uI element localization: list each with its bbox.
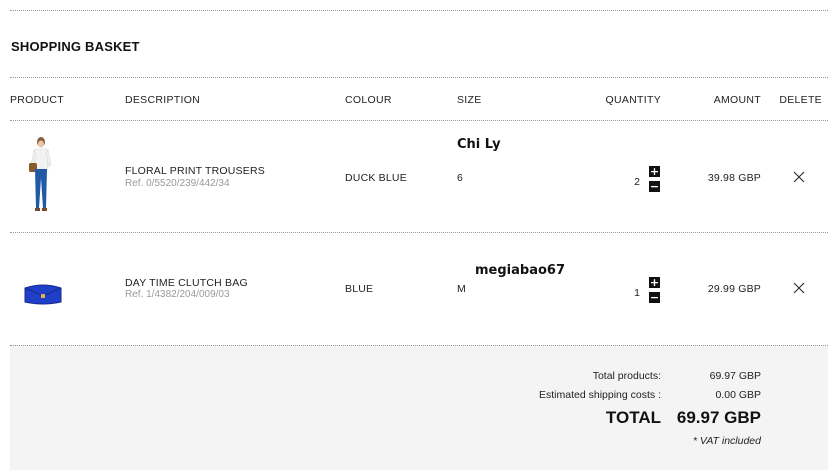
shipping-label: Estimated shipping costs : bbox=[539, 389, 661, 401]
quantity-decrease-button[interactable]: − bbox=[649, 292, 660, 303]
close-icon bbox=[793, 171, 805, 183]
total-label: TOTAL bbox=[605, 408, 661, 427]
quantity-increase-button[interactable]: + bbox=[649, 166, 660, 177]
total-products-label: Total products: bbox=[592, 370, 661, 382]
close-icon bbox=[793, 282, 805, 294]
product-name[interactable]: DAY TIME CLUTCH BAG bbox=[125, 277, 248, 289]
product-ref: Ref. 0/5520/239/442/34 bbox=[125, 178, 230, 189]
summary-divider bbox=[10, 345, 828, 346]
quantity-increase-button[interactable]: + bbox=[649, 277, 660, 288]
product-image[interactable] bbox=[26, 136, 56, 214]
product-size: 6 bbox=[457, 172, 464, 184]
overlay-label: Chi Ly bbox=[457, 137, 501, 152]
header-amount: AMOUNT bbox=[713, 94, 761, 106]
vat-note: * VAT included bbox=[692, 435, 761, 447]
page-title: SHOPPING BASKET bbox=[11, 39, 140, 54]
header-delete: DELETE bbox=[779, 94, 822, 106]
quantity-value: 2 bbox=[634, 176, 640, 188]
product-colour: DUCK BLUE bbox=[345, 172, 407, 184]
product-ref: Ref. 1/4382/204/009/03 bbox=[125, 289, 230, 300]
blue-clutch-bag-icon bbox=[24, 284, 62, 305]
quantity-value: 1 bbox=[634, 287, 640, 299]
line-amount: 29.99 GBP bbox=[707, 283, 761, 295]
header-quantity: QUANTITY bbox=[605, 94, 661, 106]
header-divider-top bbox=[10, 77, 828, 78]
overlay-label: megiabao67 bbox=[475, 263, 565, 278]
product-name[interactable]: FLORAL PRINT TROUSERS bbox=[125, 165, 265, 177]
header-product: PRODUCT bbox=[10, 94, 65, 106]
header-divider-bottom bbox=[10, 120, 828, 121]
total-value: 69.97 GBP bbox=[676, 408, 761, 427]
delete-item-button[interactable] bbox=[793, 282, 805, 294]
line-amount: 39.98 GBP bbox=[707, 172, 761, 184]
row-divider bbox=[10, 232, 828, 233]
product-colour: BLUE bbox=[345, 283, 374, 295]
header-description: DESCRIPTION bbox=[125, 94, 201, 106]
product-image[interactable] bbox=[22, 280, 64, 308]
top-divider bbox=[10, 10, 828, 11]
header-colour: COLOUR bbox=[345, 94, 392, 106]
header-size: SIZE bbox=[457, 94, 482, 106]
quantity-decrease-button[interactable]: − bbox=[649, 181, 660, 192]
model-wearing-trousers-icon bbox=[29, 137, 52, 211]
delete-item-button[interactable] bbox=[793, 171, 805, 183]
product-size: M bbox=[457, 283, 466, 295]
total-products-value: 69.97 GBP bbox=[709, 370, 761, 382]
shipping-value: 0.00 GBP bbox=[715, 389, 761, 401]
